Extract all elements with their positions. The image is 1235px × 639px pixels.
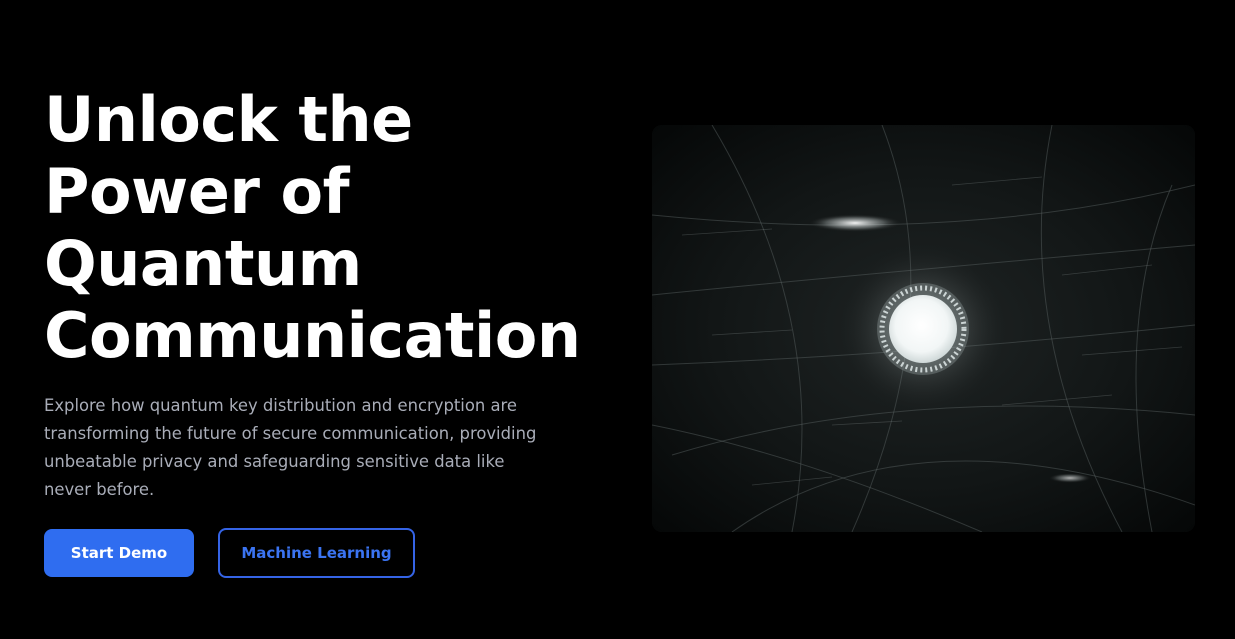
hero-section: Unlock the Power of Quantum Communicatio… (44, 84, 624, 372)
machine-learning-button[interactable]: Machine Learning (218, 528, 415, 578)
start-demo-button[interactable]: Start Demo (44, 529, 194, 577)
hero-description: Explore how quantum key distribution and… (44, 396, 537, 499)
quantum-particle-image (652, 125, 1195, 532)
hero-title-line-3: Quantum (44, 227, 362, 300)
hero-title-line-1: Unlock the (44, 83, 413, 156)
hero-title-line-4: Communication (44, 299, 581, 372)
hero-title: Unlock the Power of Quantum Communicatio… (44, 84, 624, 372)
glowing-orb-icon (652, 125, 1195, 532)
hero-title-line-2: Power of (44, 155, 350, 228)
